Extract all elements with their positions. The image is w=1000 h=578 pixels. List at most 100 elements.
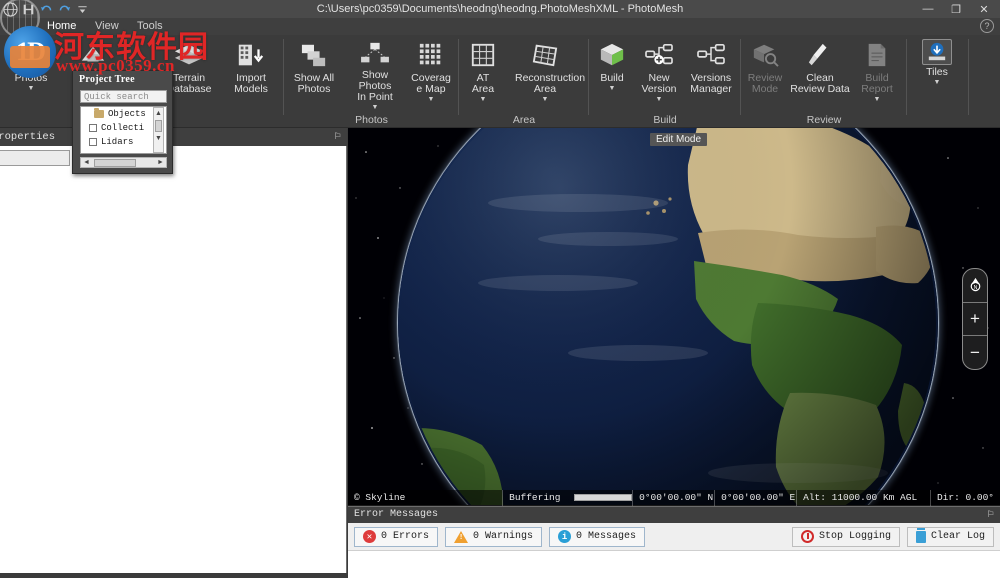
scrollbar-thumb[interactable] (155, 120, 162, 132)
minimize-button[interactable]: — (914, 0, 942, 18)
tree-vertical-scrollbar[interactable]: ▲ ▼ (153, 107, 164, 153)
ribbon-button-build-report[interactable]: Build Report ▼ (851, 35, 903, 111)
group-separator (968, 39, 969, 115)
checkbox-icon[interactable] (89, 138, 97, 146)
error-messages-toolbar: ✕ 0 Errors 0 Warnings i 0 Messages Stop … (348, 523, 1000, 551)
warning-icon (454, 531, 468, 543)
checkbox-icon[interactable] (89, 124, 97, 132)
ribbon-button-show-all-photos[interactable]: Show All Photos (284, 35, 344, 111)
navigation-controls[interactable]: N + − (962, 268, 988, 370)
new-version-icon (639, 39, 679, 71)
properties-panel: Properties ⚐ (0, 128, 347, 578)
scrollbar-thumb[interactable] (94, 159, 136, 167)
status-buffering: Buffering (503, 490, 633, 506)
status-altitude: Alt: 11000.00 Km AGL (797, 490, 931, 506)
project-tree-title: Project Tree (79, 74, 135, 85)
compass-icon[interactable]: N (963, 269, 987, 303)
scroll-left-icon[interactable]: ◄ (81, 159, 92, 166)
build-icon (592, 39, 632, 71)
ribbon-group-label-build: Build (589, 114, 741, 126)
globe-landmasses (398, 128, 938, 505)
quick-search-input[interactable]: Quick search (80, 90, 167, 103)
chevron-down-icon[interactable]: ▼ (934, 79, 941, 86)
ribbon-button-coverage-map[interactable]: Coverag e Map ▼ (406, 35, 456, 111)
ribbon-button-tiles[interactable]: Tiles ▼ (911, 35, 963, 111)
scroll-down-icon[interactable]: ▼ (154, 133, 163, 144)
ribbon-label-clean-review-data: Clean Review Data (790, 73, 850, 95)
tree-item-label: Lidars (101, 137, 133, 147)
build-report-icon (857, 39, 897, 71)
chevron-down-icon[interactable]: ▼ (28, 85, 35, 92)
ribbon-label-coverage-map: Coverag e Map (401, 73, 461, 95)
title-bar: C:\Users\pc0359\Documents\heodng\heodng.… (0, 0, 1000, 18)
maximize-button[interactable]: ❐ (942, 0, 970, 18)
chevron-down-icon[interactable]: ▼ (372, 104, 379, 111)
ribbon-label-photos: Photos (1, 73, 61, 84)
errors-filter-button[interactable]: ✕ 0 Errors (354, 527, 438, 547)
properties-name-field[interactable] (0, 150, 70, 166)
tab-view[interactable]: View (86, 18, 128, 35)
tiles-icon (922, 39, 952, 65)
terrain-database-icon (169, 39, 209, 71)
info-icon: i (558, 530, 571, 543)
error-messages-header: Error Messages ⚐ (348, 507, 1000, 523)
window-title: C:\Users\pc0359\Documents\heodng\heodng.… (0, 0, 1000, 18)
pin-icon[interactable]: ⚐ (987, 507, 994, 523)
tree-item-label: Objects (108, 109, 146, 119)
review-mode-icon (745, 39, 785, 71)
ribbon-button-new-version[interactable]: New Version ▼ (635, 35, 683, 111)
photos-icon (11, 39, 51, 71)
chevron-down-icon[interactable]: ▼ (480, 96, 487, 103)
ribbon-group-tiles: Tiles ▼ (907, 35, 969, 128)
zoom-in-button[interactable]: + (963, 303, 987, 337)
ribbon-group-area: AT Area ▼ Reconstruction Area ▼ Area (459, 35, 589, 128)
clear-log-button[interactable]: Clear Log (907, 527, 994, 547)
scroll-up-icon[interactable]: ▲ (154, 108, 163, 119)
chevron-down-icon[interactable]: ▼ (656, 96, 663, 103)
folder-icon (94, 110, 104, 118)
buffering-label: Buffering (509, 492, 560, 503)
error-messages-list[interactable] (348, 551, 1000, 578)
warnings-count-label: 0 Warnings (473, 531, 533, 542)
ribbon-button-reconstruction-area[interactable]: Reconstruction Area ▼ (507, 35, 583, 111)
tab-home[interactable]: Home (38, 18, 85, 35)
ribbon-label-reconstruction-area: Reconstruction Area (515, 73, 575, 95)
tree-horizontal-scrollbar[interactable]: ◄ ► (80, 157, 167, 168)
window-controls[interactable]: — ❐ ✕ (914, 0, 998, 18)
ribbon-button-at-area[interactable]: AT Area ▼ (459, 35, 507, 111)
properties-panel-title: Properties (0, 128, 55, 146)
edit-mode-badge: Edit Mode (650, 133, 707, 146)
chevron-down-icon[interactable]: ▼ (428, 96, 435, 103)
ribbon-button-photos[interactable]: Photos ▼ (0, 35, 62, 111)
stop-logging-button[interactable]: Stop Logging (792, 527, 900, 547)
show-photos-in-point-icon (355, 39, 395, 68)
zoom-out-button[interactable]: − (963, 336, 987, 369)
ribbon-button-review-mode[interactable]: Review Mode (741, 35, 789, 111)
scroll-right-icon[interactable]: ► (155, 159, 166, 166)
messages-filter-button[interactable]: i 0 Messages (549, 527, 645, 547)
earth-globe[interactable] (398, 128, 938, 505)
show-all-photos-icon (294, 39, 334, 71)
chevron-down-icon[interactable]: ▼ (609, 85, 616, 92)
status-copyright: © Skyline (348, 490, 503, 506)
warnings-filter-button[interactable]: 0 Warnings (445, 527, 542, 547)
close-button[interactable]: ✕ (970, 0, 998, 18)
ribbon-button-clean-review-data[interactable]: Clean Review Data (789, 35, 851, 111)
reconstruction-area-icon (525, 39, 565, 71)
trash-icon (916, 531, 926, 543)
ribbon-button-import-models[interactable]: Import Models (220, 35, 282, 111)
pin-icon[interactable]: ⚐ (334, 128, 341, 146)
status-bar: © Skyline Buffering 0°00'00.00" N 0°00'0… (348, 490, 1000, 506)
tab-tools[interactable]: Tools (128, 18, 172, 35)
3d-viewport[interactable]: Edit Mode N + − (348, 128, 1000, 505)
ribbon-label-new-version: New Version (629, 73, 689, 95)
ribbon-button-versions-manager[interactable]: Versions Manager (683, 35, 739, 111)
chevron-down-icon[interactable]: ▼ (542, 96, 549, 103)
ribbon-label-build-report: Build Report (847, 73, 907, 95)
ribbon-label-at-area: AT Area (453, 73, 513, 95)
status-direction: Dir: 0.00° (931, 490, 1000, 506)
ribbon-button-show-photos-in-point[interactable]: Show Photos In Point ▼ (344, 35, 406, 111)
chevron-down-icon[interactable]: ▼ (874, 96, 881, 103)
help-icon[interactable]: ? (980, 19, 994, 33)
status-longitude: 0°00'00.00" E (715, 490, 797, 506)
